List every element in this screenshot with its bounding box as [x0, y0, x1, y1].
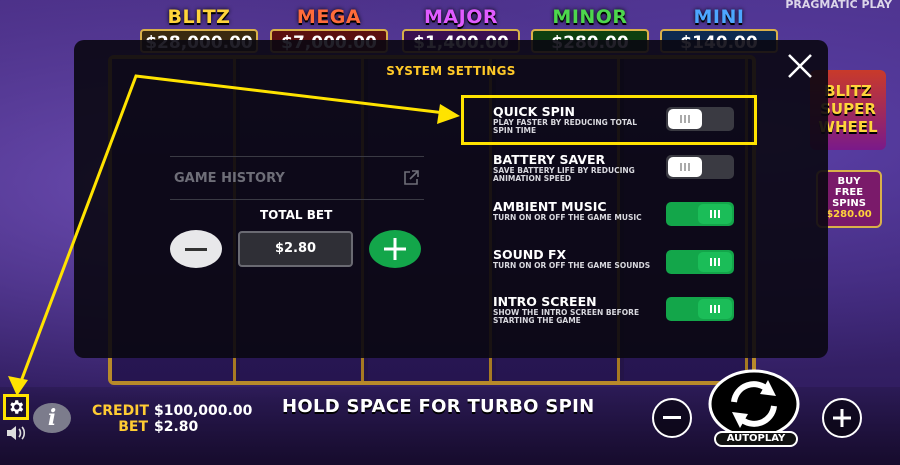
setting-ambient-music: AMBIENT MUSIC TURN ON OR OFF THE GAME MU…	[493, 199, 738, 239]
toggle-knob	[668, 157, 702, 177]
game-history-label: GAME HISTORY	[174, 171, 285, 186]
info-button[interactable]: i	[33, 403, 71, 433]
bet-label: BET	[118, 419, 148, 435]
jackpot-name: MEGA	[296, 6, 362, 28]
plus-icon	[833, 409, 851, 427]
setting-battery-saver: BATTERY SAVER SAVE BATTERY LIFE BY REDUC…	[493, 152, 738, 192]
external-link-icon	[404, 170, 419, 185]
credit-value: $100,000.00	[154, 403, 253, 419]
setting-intro-screen: INTRO SCREEN SHOW THE INTRO SCREEN BEFOR…	[493, 294, 738, 334]
jackpot-name: MAJOR	[424, 6, 498, 28]
gear-icon	[10, 400, 24, 414]
bet-minus-button[interactable]	[170, 230, 222, 268]
total-bet-value: $2.80	[238, 231, 353, 267]
setting-description: TURN ON OR OFF THE GAME MUSIC	[493, 213, 642, 222]
spin-button[interactable]	[704, 368, 804, 440]
credit-block: CREDIT $100,000.00 BET $2.80	[92, 403, 252, 435]
system-settings-modal: SYSTEM SETTINGS GAME HISTORY TOTAL BET $…	[74, 40, 828, 358]
setting-title: AMBIENT MUSIC	[493, 199, 607, 214]
modal-title: SYSTEM SETTINGS	[386, 64, 516, 78]
toggle-knob	[698, 299, 732, 319]
brand-label: PRAGMATIC PLAY	[785, 0, 892, 11]
speaker-icon[interactable]	[5, 424, 27, 442]
bet-plus-button[interactable]	[369, 230, 421, 268]
intro-screen-toggle[interactable]	[666, 297, 734, 321]
ambient-music-toggle[interactable]	[666, 202, 734, 226]
toggle-knob	[698, 204, 732, 224]
sound-fx-toggle[interactable]	[666, 250, 734, 274]
jackpot-name: MINI	[693, 6, 745, 28]
decrease-bet-button[interactable]	[652, 398, 692, 438]
quick-spin-highlight	[461, 95, 757, 145]
close-icon[interactable]	[786, 52, 814, 80]
credit-label: CREDIT	[92, 403, 149, 419]
plus-icon	[384, 238, 406, 260]
minus-icon	[185, 247, 207, 251]
minus-icon	[663, 416, 681, 419]
game-history-row[interactable]: GAME HISTORY	[170, 156, 424, 200]
turbo-message: HOLD SPACE FOR TURBO SPIN	[282, 396, 595, 417]
setting-description: SHOW THE INTRO SCREEN BEFORE STARTING TH…	[493, 308, 640, 325]
setting-title: INTRO SCREEN	[493, 294, 597, 309]
toggle-knob	[698, 252, 732, 272]
jackpot-name: MINOR	[552, 6, 628, 28]
battery-saver-toggle[interactable]	[666, 155, 734, 179]
total-bet-label: TOTAL BET	[260, 208, 333, 222]
autoplay-button[interactable]: AUTOPLAY	[714, 431, 798, 447]
setting-sound-fx: SOUND FX TURN ON OR OFF THE GAME SOUNDS	[493, 247, 738, 287]
setting-title: BATTERY SAVER	[493, 152, 606, 167]
settings-button[interactable]	[3, 394, 29, 420]
setting-title: SOUND FX	[493, 247, 567, 262]
increase-bet-button[interactable]	[822, 398, 862, 438]
jackpot-name: BLITZ	[167, 6, 231, 28]
setting-description: TURN ON OR OFF THE GAME SOUNDS	[493, 261, 651, 270]
setting-description: SAVE BATTERY LIFE BY REDUCING ANIMATION …	[493, 166, 635, 183]
bet-value: $2.80	[154, 419, 199, 435]
